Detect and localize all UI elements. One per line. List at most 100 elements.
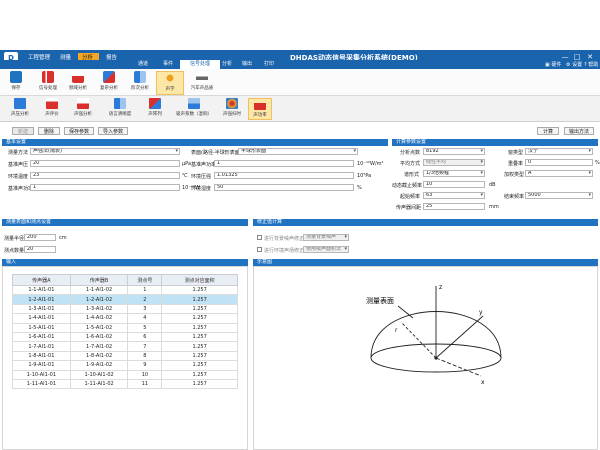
start-freq-select[interactable]: 63 <box>423 192 485 199</box>
sound-pressure-analysis-button[interactable]: 声压分析 <box>6 98 34 120</box>
env-correction-checkbox[interactable] <box>257 247 262 252</box>
import-params-button[interactable]: 导入参数 <box>98 127 128 135</box>
table-row[interactable]: 1-10-AI1-01 1-10-AI1-02 10 1.257 <box>12 369 238 380</box>
table-row[interactable]: 1-6-AI1-01 1-6-AI1-02 6 1.257 <box>12 331 238 343</box>
signal-processing-button[interactable]: 信号处理 <box>34 71 62 95</box>
surface-select[interactable]: 半球形表面 <box>238 148 358 155</box>
acoustics-label: 声学 <box>165 87 175 92</box>
radius-line <box>400 321 437 359</box>
bg-correction-checkbox[interactable] <box>257 235 262 240</box>
export-method-button[interactable]: 输出方法 <box>564 127 594 135</box>
table-row[interactable]: 1-5-AI1-01 1-5-AI1-02 5 1.257 <box>12 322 238 333</box>
tab-channel[interactable]: 通道 <box>138 60 148 69</box>
sound-power-label: 声功率 <box>253 113 267 118</box>
car-sound-quality-button[interactable]: 汽车声品质 <box>188 71 216 95</box>
table-cell: 1.257 <box>161 360 238 371</box>
table-cell: 1-4-AI1-01 <box>12 313 71 324</box>
table-cell: 1-1-AI1-02 <box>69 284 129 296</box>
column-header-area[interactable]: 测点对应面积 <box>161 274 238 286</box>
band-select[interactable]: 1/3倍频程 <box>423 170 485 177</box>
surface-label-text: 测量表面 <box>366 296 394 305</box>
weight-value: A <box>528 170 532 176</box>
table-cell: 1.257 <box>161 313 238 324</box>
humidity-label: 环境湿度 <box>191 186 212 192</box>
env-correction-select[interactable]: 使用吸声面积法 <box>303 246 349 253</box>
order-analysis-button[interactable]: 阶次分析 <box>126 71 154 95</box>
dynamic-cutoff-input[interactable]: 10 <box>423 181 485 188</box>
end-freq-select[interactable]: 5000 <box>525 192 593 199</box>
weight-select[interactable]: A <box>525 170 593 177</box>
measure-radius-input[interactable]: 200 <box>24 234 56 241</box>
humidity-input[interactable]: 50 <box>214 184 354 191</box>
table-cell: 6 <box>127 331 163 343</box>
band-label: 谱形式 <box>404 172 420 178</box>
table-row[interactable]: 1-7-AI1-01 1-7-AI1-02 7 1.257 <box>12 341 238 352</box>
help-label: 帮助 <box>588 62 599 68</box>
frequency-analysis-button[interactable]: 频域分析 <box>64 71 92 95</box>
method-select[interactable]: 声强法(隔表) <box>30 148 180 155</box>
speech-intelligibility-button[interactable]: 语言清晰度 <box>102 98 138 120</box>
sound-power-button[interactable]: 声功率 <box>248 98 272 120</box>
window-select[interactable]: 汉宁 <box>525 148 593 155</box>
table-row[interactable]: 1-4-AI1-01 1-4-AI1-02 4 1.257 <box>12 313 238 324</box>
start-freq-value: 63 <box>426 192 433 198</box>
settings-label: 设置 <box>572 62 583 68</box>
overlap-input[interactable]: 0 <box>525 159 593 166</box>
env-correction-value: 使用吸声面积法 <box>306 246 342 252</box>
y-axis-label: y <box>479 309 483 316</box>
correction-header: 修正值计算 <box>253 219 598 226</box>
avg-mode-select[interactable]: 线性平均 <box>423 159 485 166</box>
mic-spacing-input[interactable]: 25 <box>423 203 485 210</box>
complex-analysis-button[interactable]: 复杂分析 <box>95 71 123 95</box>
column-header-mic-b[interactable]: 传声器B <box>69 274 129 286</box>
sound-evaluation-button[interactable]: 声评价 <box>38 98 66 120</box>
tab-print[interactable]: 打印 <box>264 60 274 69</box>
table-row[interactable]: 1-11-AI1-01 1-11-AI1-02 11 1.257 <box>12 378 238 390</box>
temperature-input[interactable]: 23 <box>30 172 180 179</box>
table-cell: 7 <box>127 341 163 352</box>
sound-intensity-icon <box>77 98 89 109</box>
save-label: 保存 <box>11 86 21 91</box>
sound-array-label: 声阵列 <box>148 112 162 117</box>
pressure-unit: 10⁵Pa <box>357 173 372 179</box>
input-table-header-row: 传声器A 传声器B 测点号 测点对应面积 <box>12 274 238 286</box>
tab-output[interactable]: 输出 <box>242 60 252 69</box>
table-cell: 1.257 <box>161 284 238 296</box>
z-axis-label: z <box>439 284 442 291</box>
delete-button[interactable]: 删除 <box>38 127 60 135</box>
settings-menu[interactable]: ⚙ 设置 <box>566 61 582 68</box>
tab-analysis[interactable]: 分析 <box>222 60 232 69</box>
bg-correction-select[interactable]: 测量背景噪声 <box>303 234 349 241</box>
table-cell: 1-9-AI1-01 <box>12 360 71 371</box>
measure-points-input[interactable]: 20 <box>24 246 56 253</box>
absorption-coefficient-icon <box>188 98 200 109</box>
acoustics-button[interactable]: 声学 <box>156 71 184 95</box>
column-header-mic-a[interactable]: 传声器A <box>12 274 71 286</box>
tab-signal-processing[interactable]: 信号处理 <box>180 60 221 69</box>
ref-power-input[interactable]: 1 <box>214 160 354 167</box>
measure-points-label: 测点数量 <box>4 248 25 254</box>
intensity-scan-button[interactable]: 声强扫时 <box>218 98 246 120</box>
ref-sound-power-input[interactable]: 1 <box>30 184 180 191</box>
sound-array-button[interactable]: 声阵列 <box>141 98 169 120</box>
table-row[interactable]: 1-9-AI1-01 1-9-AI1-02 9 1.257 <box>12 360 238 371</box>
calculate-button[interactable]: 计算 <box>537 127 559 135</box>
table-row[interactable]: 1-1-AI1-01 1-1-AI1-02 1 1.257 <box>12 284 238 296</box>
points-label: 分析点数 <box>400 150 421 156</box>
help-menu[interactable]: ? 帮助 <box>584 61 598 68</box>
absorption-coefficient-button[interactable]: 吸声系数（混响） <box>172 98 216 120</box>
hardware-menu[interactable]: ▣ 硬件 <box>545 61 561 68</box>
temperature-label: 环境温度 <box>8 174 29 180</box>
table-row[interactable]: 1-3-AI1-01 1-3-AI1-02 3 1.257 <box>12 303 238 315</box>
points-select[interactable]: 8192 <box>423 148 485 155</box>
sound-intensity-analysis-button[interactable]: 声强分析 <box>69 98 97 120</box>
table-row[interactable]: 1-8-AI1-01 1-8-AI1-02 8 1.257 <box>12 350 238 362</box>
new-button[interactable]: 新建 <box>12 127 34 135</box>
save-toolbar-button[interactable]: 保存 <box>2 71 30 95</box>
pressure-input[interactable]: 1.01325 <box>214 172 354 179</box>
column-header-point-no[interactable]: 测点号 <box>127 274 163 286</box>
save-params-button[interactable]: 保存参数 <box>64 127 94 135</box>
tab-event[interactable]: 事件 <box>163 60 173 69</box>
table-row[interactable]: 1-2-AI1-01 1-2-AI1-02 2 1.257 <box>12 294 238 305</box>
ref-pressure-input[interactable]: 20 <box>30 160 180 167</box>
